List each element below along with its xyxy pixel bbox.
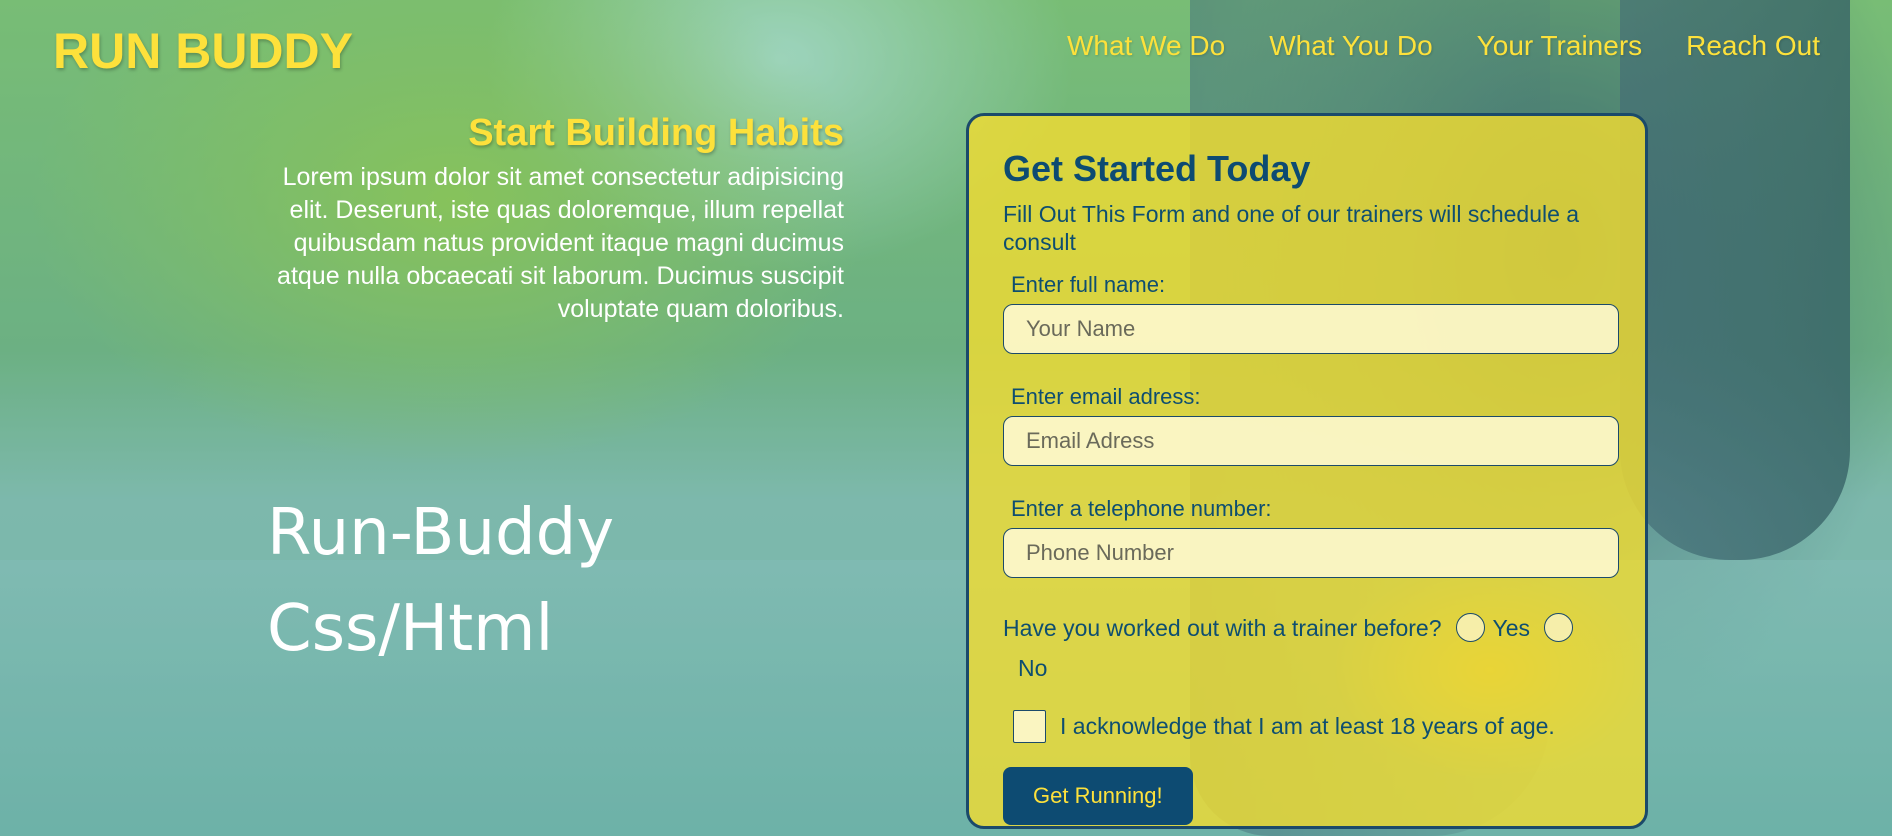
nav-link-your-trainers[interactable]: Your Trainers bbox=[1477, 30, 1643, 62]
name-label: Enter full name: bbox=[1011, 272, 1166, 297]
watermark-line-2: Css/Html bbox=[267, 592, 554, 666]
phone-input[interactable] bbox=[1003, 528, 1619, 578]
email-input[interactable] bbox=[1003, 416, 1619, 466]
get-running-button[interactable]: Get Running! bbox=[1003, 767, 1193, 825]
nav-link-what-you-do[interactable]: What You Do bbox=[1269, 30, 1432, 62]
form-subtitle: Fill Out This Form and one of our traine… bbox=[1003, 201, 1580, 255]
hero-text: Lorem ipsum dolor sit amet consectetur a… bbox=[277, 163, 844, 323]
watermark-line-1: Run-Buddy bbox=[267, 496, 615, 570]
phone-label: Enter a telephone number: bbox=[1011, 496, 1272, 521]
signup-form: Get Started Today Fill Out This Form and… bbox=[966, 113, 1648, 829]
radio-yes-label: Yes bbox=[1492, 615, 1531, 641]
age-checkbox[interactable] bbox=[1013, 710, 1046, 743]
hero-title: Start Building Habits bbox=[468, 112, 844, 154]
site-logo[interactable]: RUN BUDDY bbox=[53, 22, 353, 80]
nav-link-reach-out[interactable]: Reach Out bbox=[1686, 30, 1820, 62]
radio-no[interactable] bbox=[1544, 613, 1574, 643]
name-input[interactable] bbox=[1003, 304, 1619, 354]
hero-section: Start Building Habits Lorem ipsum dolor … bbox=[240, 112, 844, 326]
radio-no-label: No bbox=[1018, 655, 1048, 681]
form-title: Get Started Today bbox=[1003, 148, 1311, 189]
radio-yes[interactable] bbox=[1455, 613, 1485, 643]
nav-link-what-we-do[interactable]: What We Do bbox=[1067, 30, 1225, 62]
main-nav: What We Do What You Do Your Trainers Rea… bbox=[1067, 30, 1820, 62]
age-ack-row: I acknowledge that I am at least 18 year… bbox=[1003, 710, 1611, 743]
email-label: Enter email adress: bbox=[1011, 384, 1201, 409]
trainer-question-row: Have you worked out with a trainer befor… bbox=[1003, 608, 1611, 688]
trainer-question-label: Have you worked out with a trainer befor… bbox=[1003, 615, 1442, 641]
watermark-text: Run-Buddy Css/Html bbox=[267, 485, 614, 677]
age-ack-label: I acknowledge that I am at least 18 year… bbox=[1060, 713, 1555, 739]
